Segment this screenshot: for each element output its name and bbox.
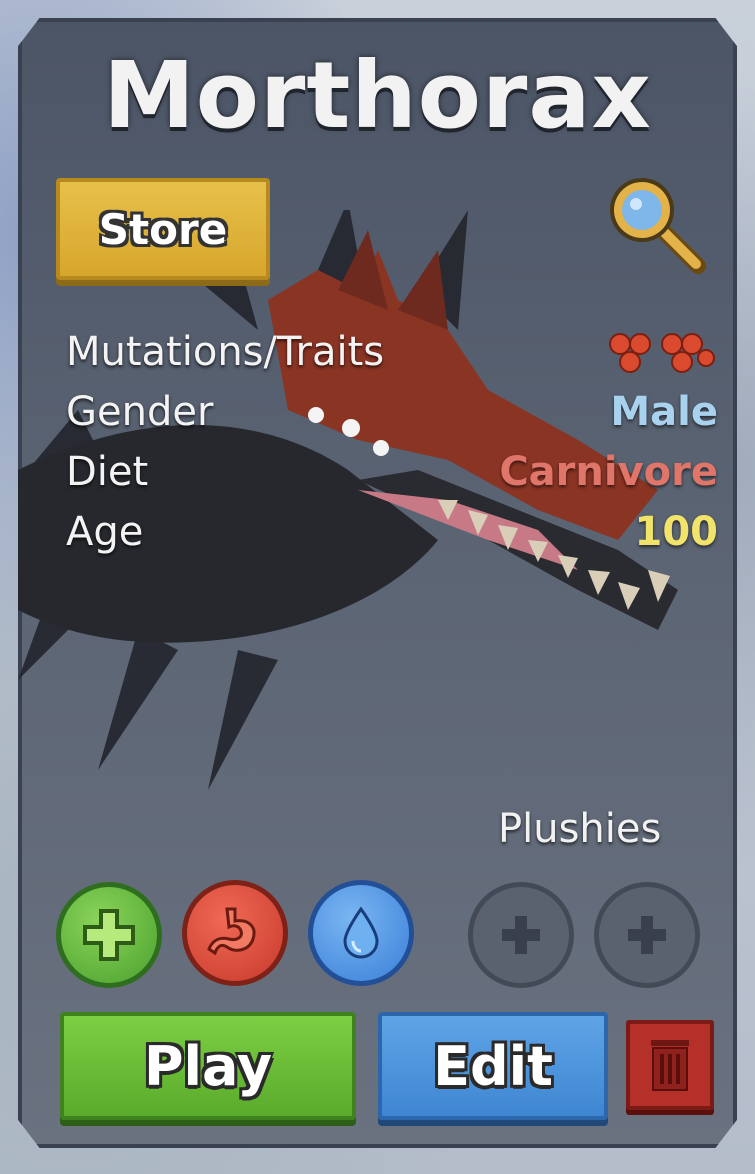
stat-row-diet: Diet Carnivore <box>66 442 718 502</box>
stat-label: Mutations/Traits <box>66 329 385 375</box>
food-button[interactable] <box>182 880 288 986</box>
diet-value: Carnivore <box>499 449 718 495</box>
edit-button[interactable]: Edit <box>378 1012 608 1120</box>
stat-label: Diet <box>66 449 149 495</box>
plus-icon <box>83 909 135 961</box>
age-value: 100 <box>634 509 719 555</box>
stat-row-mutations: Mutations/Traits <box>66 322 718 382</box>
plushie-slot-2[interactable] <box>594 882 700 988</box>
stat-row-age: Age 100 <box>66 502 718 562</box>
plushies-label: Plushies <box>498 806 662 852</box>
water-button[interactable] <box>308 880 414 986</box>
store-button[interactable]: Store <box>56 178 270 280</box>
edit-button-label: Edit <box>433 1034 553 1098</box>
delete-button[interactable] <box>626 1020 714 1110</box>
mutation-icon <box>609 333 715 373</box>
stats-panel: Mutations/Traits Gender Male Diet Carniv… <box>66 322 718 562</box>
stat-label: Age <box>66 509 144 555</box>
play-button[interactable]: Play <box>60 1012 356 1120</box>
stat-label: Gender <box>66 389 214 435</box>
play-button-label: Play <box>143 1034 273 1098</box>
plus-icon <box>628 916 666 954</box>
store-button-label: Store <box>98 204 228 254</box>
health-button[interactable] <box>56 882 162 988</box>
creature-name: Morthorax <box>103 42 652 149</box>
trash-icon <box>651 1040 689 1091</box>
magnifier-icon[interactable] <box>600 168 712 280</box>
stat-row-gender: Gender Male <box>66 382 718 442</box>
stomach-icon <box>207 907 256 956</box>
plushie-slot-1[interactable] <box>468 882 574 988</box>
gender-value: Male <box>610 389 718 435</box>
plus-icon <box>502 916 540 954</box>
water-drop-icon <box>343 906 379 959</box>
